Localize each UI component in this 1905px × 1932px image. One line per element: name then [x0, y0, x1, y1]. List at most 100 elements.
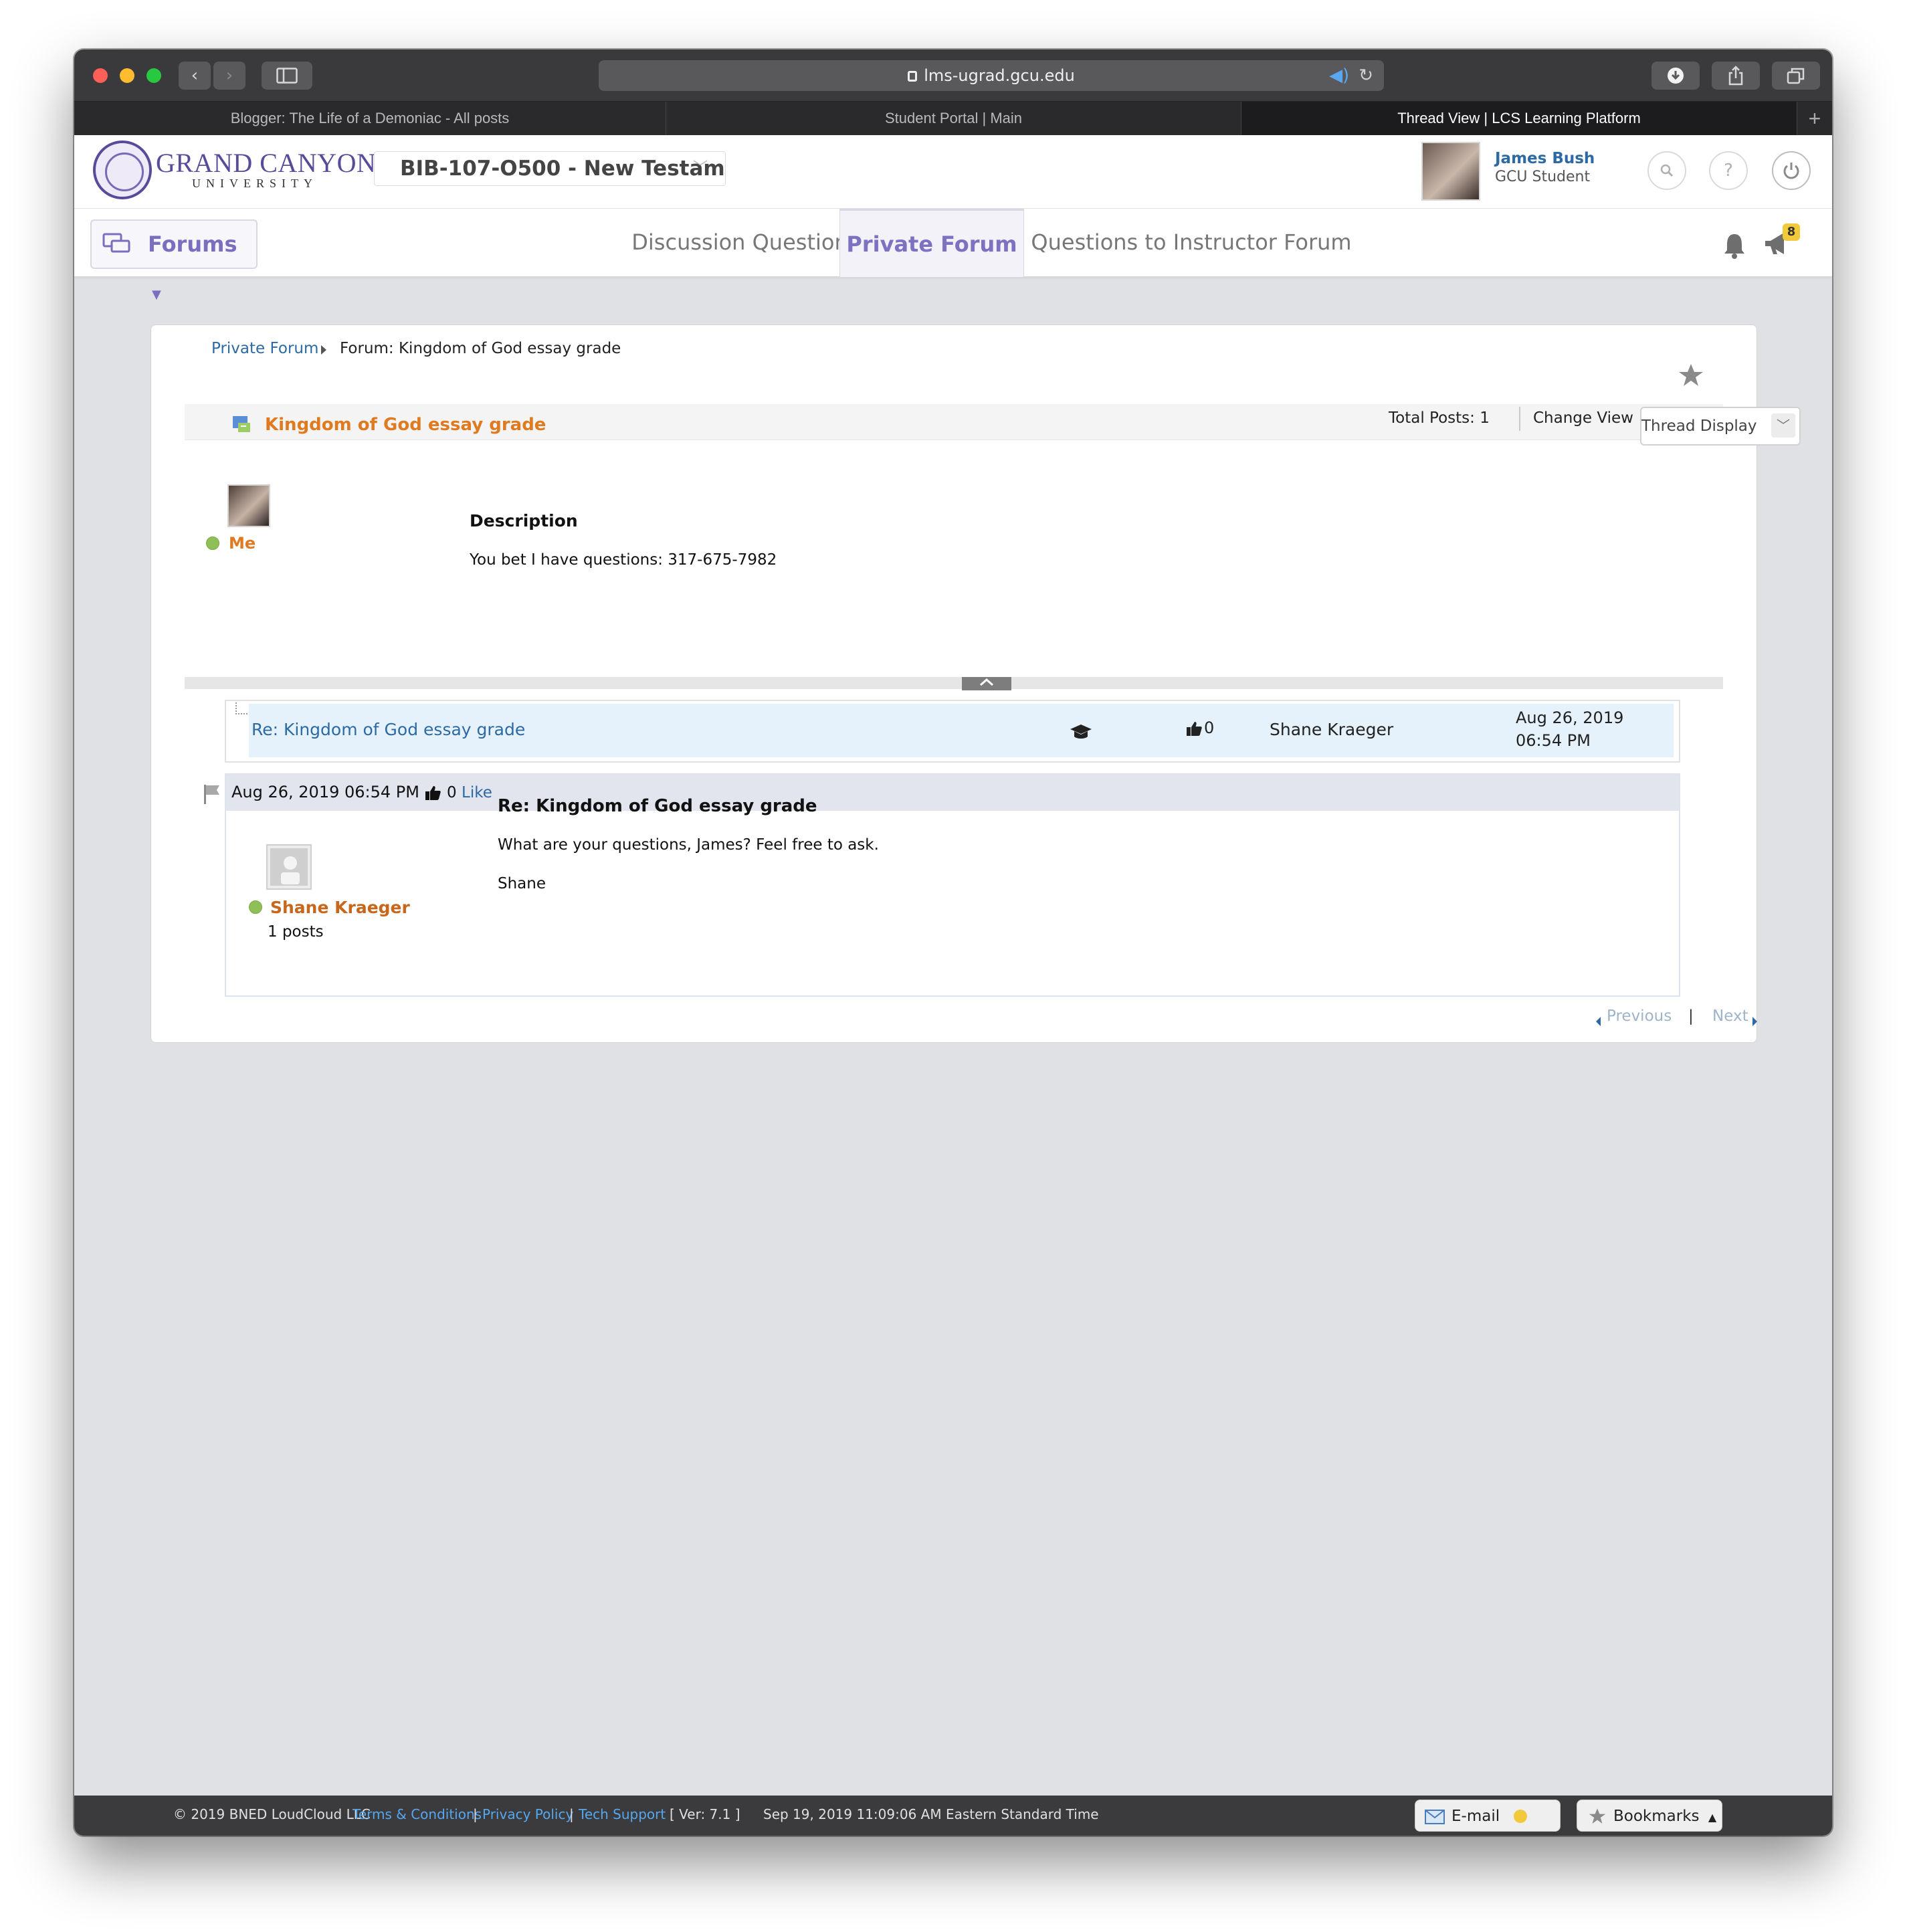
sidebar-icon	[276, 68, 298, 84]
logout-button[interactable]	[1772, 151, 1811, 190]
browser-tab-thread-view[interactable]: Thread View | LCS Learning Platform	[1241, 102, 1797, 135]
back-button[interactable]: ‹	[179, 62, 211, 90]
reply-post: Aug 26, 2019 06:54 PM 0 Like Shane Kraeg…	[225, 773, 1680, 997]
tab-overview-button[interactable]	[1772, 62, 1820, 90]
reply-row[interactable]: Re: Kingdom of God essay grade 0 Shane K…	[249, 704, 1674, 757]
caret-up-icon: ▲	[1708, 1811, 1717, 1824]
reply-title-link[interactable]: Re: Kingdom of God essay grade	[252, 720, 525, 739]
reply-date-time: 06:54 PM	[1516, 731, 1591, 750]
downloads-button[interactable]	[1651, 62, 1700, 90]
previous-button[interactable]: Previous	[1607, 1007, 1672, 1025]
browser-tab-blogger[interactable]: Blogger: The Life of a Demoniac - All po…	[74, 102, 666, 135]
search-button[interactable]	[1647, 151, 1686, 190]
share-button[interactable]	[1712, 62, 1760, 90]
chevron-down-icon: ﹀	[1771, 413, 1795, 438]
university-logo-subtext: UNIVERSITY	[192, 177, 318, 190]
user-avatar[interactable]	[1421, 142, 1480, 201]
forum-navbar: Forums ▼ Discussion Question Private For…	[74, 209, 1832, 302]
minimize-window-button[interactable]	[120, 68, 134, 83]
zoom-window-button[interactable]	[146, 68, 161, 83]
original-poster-avatar[interactable]	[227, 484, 270, 527]
breadcrumb-private-forum[interactable]: Private Forum	[211, 340, 318, 357]
email-status-icon	[1514, 1810, 1528, 1823]
replier-avatar[interactable]	[266, 844, 312, 890]
power-icon	[1783, 163, 1799, 179]
chevron-down-icon: ﹀	[692, 160, 708, 177]
like-link[interactable]: Like	[462, 784, 492, 801]
help-icon: ?	[1724, 161, 1733, 181]
original-post-body: You bet I have questions: 317-675-7982	[470, 551, 777, 569]
bookmark-star-icon[interactable]	[1678, 363, 1704, 388]
collapse-handle[interactable]	[962, 677, 1011, 690]
previous-arrow-icon	[1596, 1017, 1601, 1026]
chevron-up-icon	[980, 678, 993, 686]
reply-post-title: Re: Kingdom of God essay grade	[498, 796, 817, 816]
reply-post-header: Aug 26, 2019 06:54 PM 0 Like	[226, 775, 1679, 811]
new-tab-button[interactable]: +	[1797, 102, 1832, 135]
view-mode-value: Thread Display	[1641, 417, 1757, 435]
tree-connector	[235, 702, 247, 714]
online-status-icon	[249, 900, 262, 914]
reply-author: Shane Kraeger	[1270, 720, 1394, 739]
footer-separator: |	[473, 1806, 478, 1822]
tab-private-forum[interactable]: Private Forum	[839, 209, 1024, 277]
replier-name[interactable]: Shane Kraeger	[270, 898, 410, 917]
url-text: lms-ugrad.gcu.edu	[924, 66, 1075, 85]
original-poster-name[interactable]: Me	[229, 534, 256, 553]
caret-down-icon: ▼	[152, 288, 161, 302]
panel-splitter[interactable]	[185, 677, 1723, 690]
reload-icon[interactable]: ↻	[1359, 66, 1373, 86]
reply-post-like-count: 0	[447, 784, 457, 801]
online-status-icon	[206, 537, 219, 550]
change-view-label: Change View	[1533, 409, 1633, 427]
lock-icon	[908, 71, 918, 82]
terms-link[interactable]: Terms & Conditions	[353, 1806, 482, 1822]
search-icon	[1660, 164, 1674, 177]
bookmarks-button[interactable]: Bookmarks ▲	[1577, 1800, 1722, 1832]
thumbs-up-icon[interactable]	[424, 784, 441, 801]
reply-post-date: Aug 26, 2019 06:54 PM	[231, 783, 419, 801]
view-mode-select[interactable]: Thread Display ﹀	[1640, 407, 1801, 446]
address-bar[interactable]: lms-ugrad.gcu.edu ◀) ↻	[599, 60, 1384, 91]
email-button[interactable]: E-mail	[1415, 1800, 1561, 1832]
sidebar-toggle-button[interactable]	[262, 62, 312, 90]
total-posts: Total Posts: 1	[1389, 409, 1490, 427]
help-button[interactable]: ?	[1709, 151, 1748, 190]
reply-post-body-line: What are your questions, James? Feel fre…	[498, 836, 879, 854]
browser-tab-student-portal[interactable]: Student Portal | Main	[666, 102, 1241, 135]
university-logo-text[interactable]: GRAND CANYON	[156, 147, 376, 179]
flag-icon[interactable]	[202, 783, 222, 805]
divider	[1519, 407, 1520, 431]
notifications-bell-icon[interactable]	[1721, 231, 1748, 260]
instructor-cap-icon	[1070, 724, 1092, 739]
thread-view-panel: Private Forum Forum: Kingdom of God essa…	[151, 324, 1801, 1043]
star-icon	[1589, 1808, 1606, 1824]
course-name: BIB-107-O500 - New Testament	[400, 157, 725, 181]
pager-separator: |	[1688, 1007, 1694, 1025]
copyright-text: © 2019 BNED LoudCloud LLC	[173, 1806, 371, 1822]
reply-date-day: Aug 26, 2019	[1516, 708, 1624, 727]
forums-menu-button[interactable]: Forums ▼	[90, 219, 258, 302]
audio-playing-icon[interactable]: ◀)	[1329, 66, 1349, 86]
footer-separator: |	[569, 1806, 574, 1822]
university-seal-icon[interactable]	[93, 140, 152, 199]
envelope-icon	[1425, 1810, 1445, 1824]
breadcrumb-arrow-icon	[321, 345, 326, 355]
forward-button[interactable]: ›	[213, 62, 245, 90]
chat-bubbles-icon	[102, 233, 130, 253]
bookmarks-label: Bookmarks	[1613, 1808, 1700, 1825]
course-selector[interactable]: BIB-107-O500 - New Testament ﹀	[374, 151, 726, 186]
breadcrumb-current: Forum: Kingdom of God essay grade	[340, 340, 621, 357]
server-timestamp: Sep 19, 2019 11:09:06 AM Eastern Standar…	[763, 1806, 1099, 1822]
close-window-button[interactable]	[93, 68, 108, 83]
next-arrow-icon	[1752, 1017, 1757, 1026]
user-name[interactable]: James Bush	[1495, 150, 1595, 167]
announcement-count-badge: 8	[1783, 223, 1800, 241]
reply-date: Aug 26, 2019 06:54 PM	[1516, 706, 1623, 752]
tech-support-link[interactable]: Tech Support	[579, 1806, 666, 1822]
tab-questions-to-instructor[interactable]: Questions to Instructor Forum	[1024, 209, 1359, 277]
privacy-link[interactable]: Privacy Policy	[482, 1806, 573, 1822]
page-footer: © 2019 BNED LoudCloud LLC Terms & Condit…	[74, 1796, 1832, 1836]
next-button[interactable]: Next	[1712, 1007, 1748, 1025]
reply-post-signature: Shane	[498, 875, 546, 892]
